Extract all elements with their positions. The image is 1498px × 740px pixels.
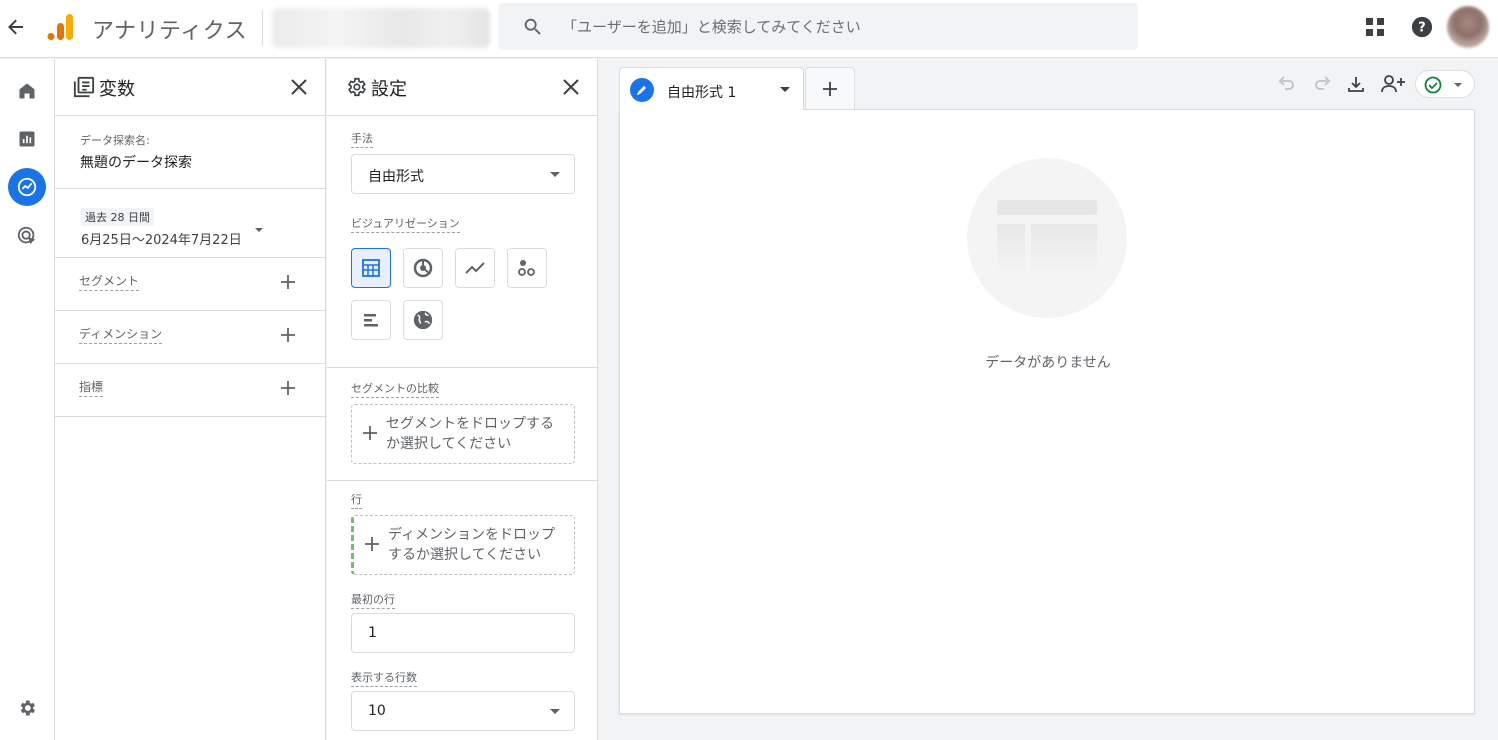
variables-panel: 変数 データ探索名: 無題のデータ探索 過去 28 日間 6月25日～2024年…	[55, 59, 326, 740]
analytics-logo-icon[interactable]	[45, 12, 75, 42]
rows-label: 行	[351, 491, 362, 509]
first-row-input[interactable]	[351, 613, 575, 653]
segment-dropzone[interactable]: セグメントをドロップするか選択してください	[351, 404, 575, 464]
chevron-down-icon	[550, 709, 560, 714]
left-nav-rail	[0, 59, 55, 740]
rows-dropzone[interactable]: ディメンションをドロップするか選択してください	[351, 515, 575, 575]
settings-panel: 設定 手法 自由形式 ビジュアリゼーション セグメントの比較 セグメントをドロッ…	[327, 59, 598, 740]
chevron-down-icon	[1454, 83, 1462, 87]
close-icon[interactable]	[559, 75, 583, 99]
settings-header: 設定	[327, 59, 597, 116]
visualization-label: ビジュアリゼーション	[351, 215, 460, 233]
plus-icon	[364, 536, 380, 552]
explore-name-label: データ探索名:	[80, 134, 150, 147]
search-bar[interactable]	[498, 3, 1138, 50]
top-bar: アナリティクス ?	[0, 0, 1498, 58]
segment-drop-text: セグメントをドロップするか選択してください	[386, 416, 554, 452]
canvas-area: 自由形式 1 データがありません	[599, 59, 1498, 740]
app-title: アナリティクス	[92, 19, 248, 44]
variables-icon	[73, 76, 95, 98]
help-icon[interactable]: ?	[1410, 15, 1434, 39]
settings-title: 設定	[371, 79, 407, 100]
add-metric-plus-icon[interactable]	[278, 378, 298, 398]
canvas-card: データがありません	[619, 109, 1475, 714]
check-circle-icon	[1424, 76, 1442, 94]
back-arrow-icon[interactable]	[4, 15, 28, 39]
avatar[interactable]	[1447, 6, 1489, 48]
segment-compare-section: セグメントの比較 セグメントをドロップするか選択してください	[327, 368, 597, 481]
bar-chart-icon[interactable]	[351, 300, 391, 340]
advertising-icon[interactable]	[8, 217, 46, 255]
search-icon	[522, 16, 544, 38]
technique-section: 手法 自由形式 ビジュアリゼーション	[327, 116, 597, 368]
variables-header: 変数	[55, 59, 325, 116]
share-user-add-icon[interactable]	[1379, 73, 1407, 95]
explore-icon[interactable]	[8, 168, 46, 206]
divider	[262, 10, 263, 46]
geo-map-icon[interactable]	[403, 300, 443, 340]
plus-icon	[823, 82, 837, 96]
first-row-label: 最初の行	[351, 591, 395, 609]
admin-gear-icon[interactable]	[8, 689, 46, 727]
metrics-label: 指標	[79, 378, 104, 397]
table-viz-icon[interactable]	[351, 248, 391, 288]
technique-select[interactable]: 自由形式	[351, 154, 575, 194]
tab-freeform[interactable]: 自由形式 1	[619, 67, 804, 110]
download-icon[interactable]	[1345, 73, 1367, 95]
add-dimension-plus-icon[interactable]	[278, 325, 298, 345]
explore-name-section[interactable]: データ探索名: 無題のデータ探索	[55, 116, 325, 189]
empty-state-illustration	[967, 158, 1127, 318]
segment-compare-label: セグメントの比較	[351, 380, 439, 398]
date-range-value: 6月25日～2024年7月22日	[81, 233, 242, 248]
close-icon[interactable]	[287, 75, 311, 99]
svg-text:?: ?	[1418, 21, 1425, 36]
rows-section: 行 ディメンションをドロップするか選択してください 最初の行 表示する行数 10	[327, 481, 597, 739]
apps-grid-icon[interactable]	[1363, 15, 1387, 39]
date-preset-chip: 過去 28 日間	[81, 208, 154, 226]
date-range-section[interactable]: 過去 28 日間 6月25日～2024年7月22日	[55, 189, 325, 258]
search-input[interactable]	[562, 3, 1122, 50]
empty-state-text: データがありません	[985, 355, 1111, 371]
donut-chart-icon[interactable]	[403, 248, 443, 288]
technique-label: 手法	[351, 130, 373, 148]
rows-drop-text: ディメンションをドロップするか選択してください	[388, 527, 556, 563]
technique-value: 自由形式	[368, 169, 424, 185]
chevron-down-icon	[550, 172, 560, 177]
scatter-chart-icon[interactable]	[507, 248, 547, 288]
chevron-down-icon[interactable]	[255, 219, 263, 232]
add-segment-plus-icon[interactable]	[278, 272, 298, 292]
show-rows-value: 10	[368, 703, 386, 719]
dimensions-row: ディメンション	[55, 311, 325, 364]
pencil-icon	[630, 78, 654, 102]
status-check-dropdown[interactable]	[1415, 70, 1475, 98]
dimensions-label: ディメンション	[79, 325, 163, 344]
segments-label: セグメント	[79, 272, 140, 291]
chevron-down-icon[interactable]	[780, 87, 790, 92]
tab-label: 自由形式 1	[667, 85, 737, 101]
line-chart-icon[interactable]	[455, 248, 495, 288]
explore-name-value[interactable]: 無題のデータ探索	[80, 152, 325, 172]
account-selector[interactable]	[272, 8, 490, 48]
add-tab-button[interactable]	[805, 67, 855, 110]
redo-icon[interactable]	[1311, 73, 1333, 95]
metrics-row: 指標	[55, 364, 325, 417]
home-icon[interactable]	[8, 72, 46, 110]
reports-icon[interactable]	[8, 120, 46, 158]
show-rows-select[interactable]: 10	[351, 691, 575, 731]
segments-row: セグメント	[55, 258, 325, 311]
variables-title: 変数	[99, 79, 135, 100]
undo-icon[interactable]	[1276, 73, 1298, 95]
settings-gear-icon	[345, 76, 367, 98]
plus-icon	[362, 425, 378, 441]
show-rows-label: 表示する行数	[351, 669, 417, 687]
